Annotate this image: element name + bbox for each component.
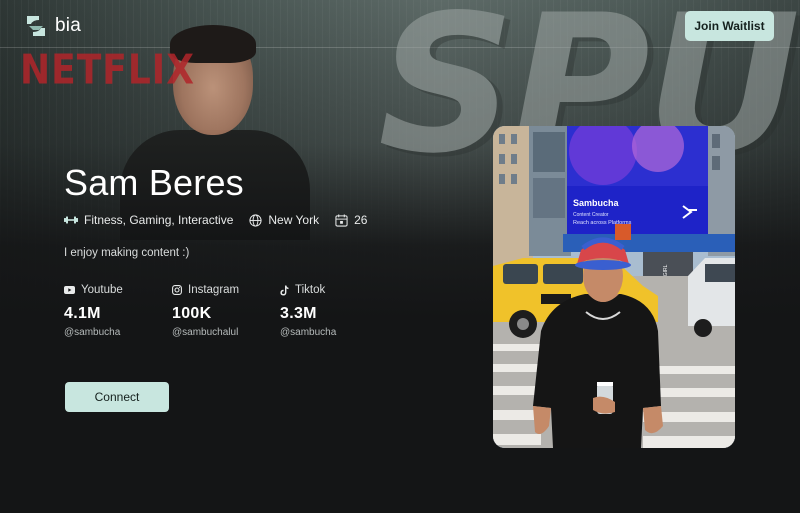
stat-platform-label: Instagram (188, 284, 240, 296)
stat-tiktok-header: Tiktok (280, 283, 388, 297)
creator-categories: Fitness, Gaming, Interactive (64, 213, 233, 227)
dumbbell-icon (64, 216, 78, 224)
stat-value: 3.3M (280, 305, 317, 322)
background-brand-word: NETFLIX (20, 46, 195, 95)
stat-value: 4.1M (64, 305, 101, 322)
billboard-subtitle-1: Content Creator (573, 212, 609, 218)
creator-location-text: New York (268, 213, 320, 227)
creator-photo-scene: Sambucha Content Creator Reach across Pl… (493, 126, 735, 448)
stat-handle: @sambucha (280, 327, 337, 338)
brand-name: bia (55, 15, 81, 36)
calendar-icon (335, 213, 348, 227)
join-waitlist-button[interactable]: Join Waitlist (685, 11, 774, 41)
globe-icon (249, 213, 262, 227)
stat-handle: @sambucha (64, 327, 121, 338)
stat-handle: @sambuchalul (172, 327, 239, 338)
social-stats: Youtube 4.1M @sambucha Instagram 100K @s… (64, 283, 388, 338)
instagram-icon (172, 285, 182, 295)
bia-logo-icon (27, 16, 45, 36)
stat-youtube-header: Youtube (64, 283, 172, 297)
creator-name: Sam Beres (64, 162, 244, 203)
creator-meta: Fitness, Gaming, Interactive New York 26 (64, 213, 383, 227)
stat-value: 100K (172, 305, 212, 322)
billboard-title: Sambucha (573, 198, 620, 208)
creator-categories-text: Fitness, Gaming, Interactive (84, 213, 234, 227)
creator-photo: Sambucha Content Creator Reach across Pl… (493, 126, 735, 448)
stat-tiktok[interactable]: Tiktok 3.3M @sambucha (280, 283, 388, 338)
tiktok-icon (280, 285, 289, 295)
creator-bio: I enjoy making content :) (64, 247, 190, 259)
connect-button[interactable]: Connect (65, 382, 169, 412)
youtube-icon (64, 286, 75, 294)
creator-age-text: 26 (354, 213, 368, 227)
creator-age: 26 (335, 213, 367, 227)
stat-platform-label: Youtube (81, 284, 123, 296)
creator-location: New York (249, 213, 319, 227)
stat-youtube[interactable]: Youtube 4.1M @sambucha (64, 283, 172, 338)
stat-platform-label: Tiktok (295, 284, 326, 296)
brand-logo[interactable]: bia (25, 14, 81, 38)
stat-instagram[interactable]: Instagram 100K @sambuchalul (172, 283, 280, 338)
stat-instagram-header: Instagram (172, 283, 280, 297)
